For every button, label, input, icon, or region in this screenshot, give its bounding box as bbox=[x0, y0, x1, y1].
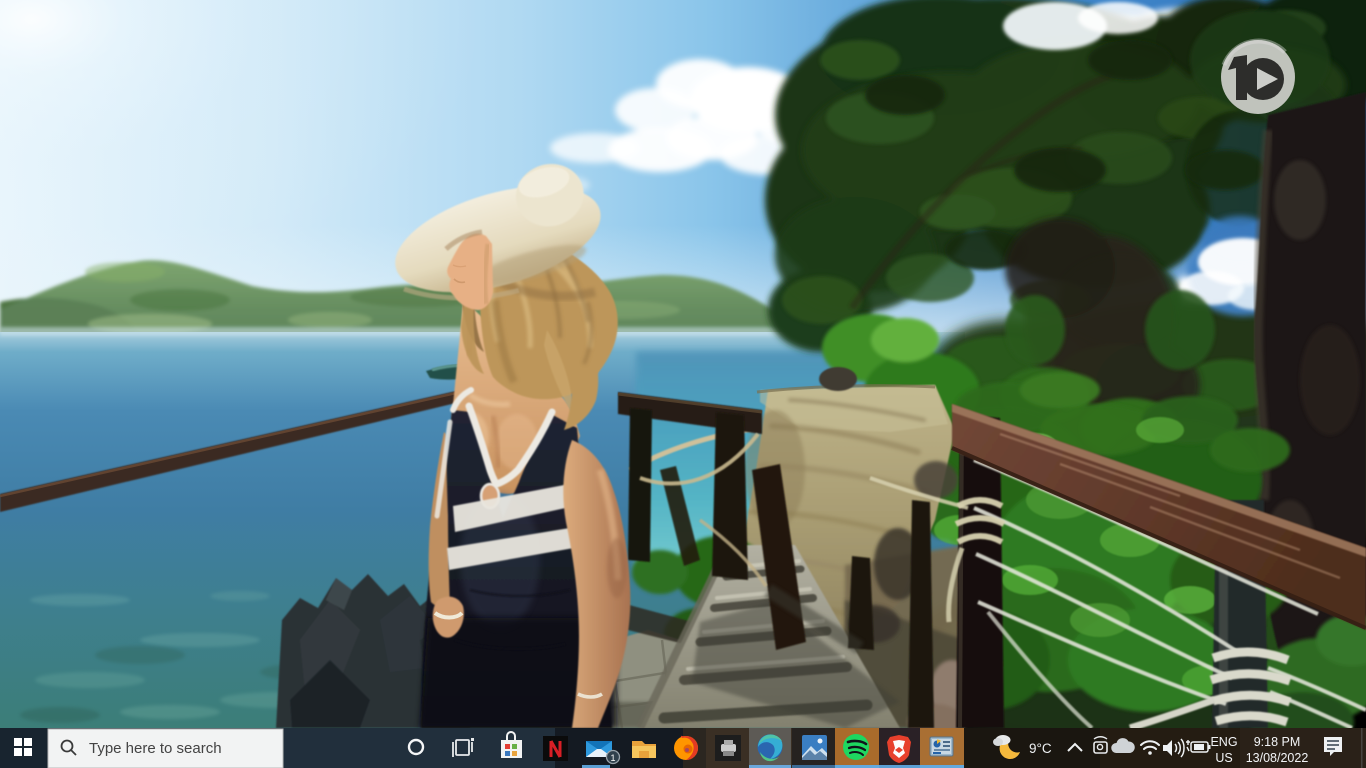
svg-text:ENG: ENG bbox=[1210, 735, 1237, 749]
svg-text:Type here to search: Type here to search bbox=[89, 740, 222, 757]
svg-text:9°C: 9°C bbox=[1029, 741, 1052, 756]
svg-text:9:18 PM: 9:18 PM bbox=[1254, 735, 1301, 749]
svg-text:13/08/2022: 13/08/2022 bbox=[1246, 751, 1309, 765]
svg-text:US: US bbox=[1215, 751, 1232, 765]
svg-text:1: 1 bbox=[610, 753, 615, 763]
